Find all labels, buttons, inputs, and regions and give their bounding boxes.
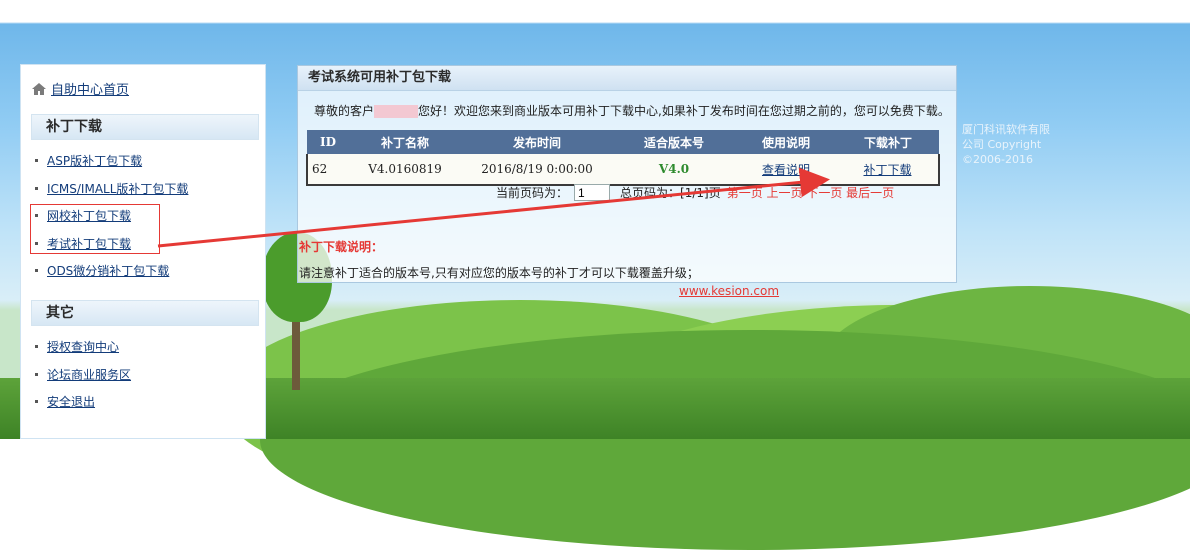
guide-link[interactable]: 查看说明 (762, 163, 810, 177)
cell-name: V4.0160819 (349, 154, 461, 186)
menu-item-forum[interactable]: 论坛商业服务区 (35, 361, 265, 389)
page-number-input[interactable] (574, 184, 611, 201)
col-header-date: 发布时间 (461, 130, 613, 154)
menu-link[interactable]: 安全退出 (47, 393, 95, 410)
copyright-line: ©2006-2016 (962, 153, 1033, 166)
home-row: 自助中心首页 (31, 79, 129, 98)
col-header-guide: 使用说明 (735, 130, 837, 154)
menu-item-ods[interactable]: ODS微分销补丁包下载 (35, 257, 265, 285)
home-icon (32, 82, 46, 95)
cell-version: V4.0 (613, 154, 735, 186)
bullet-icon (35, 159, 38, 163)
cell-guide: 查看说明 (735, 154, 837, 186)
copyright-line: 厦门科讯软件有限 (962, 123, 1050, 136)
download-patch-link[interactable]: 补丁下载 (863, 163, 911, 177)
total-pages: 总页码为：[1/1]页 (620, 186, 721, 200)
bullet-icon (35, 186, 38, 190)
panel-title: 考试系统可用补丁包下载 (298, 66, 956, 91)
patch-table: ID 补丁名称 发布时间 适合版本号 使用说明 下载补丁 62 V4.01608… (306, 130, 940, 186)
site-link[interactable]: www.kesion.com (679, 284, 779, 298)
menu-link[interactable]: 授权查询中心 (47, 338, 119, 355)
col-header-name: 补丁名称 (349, 130, 461, 154)
col-header-download: 下载补丁 (837, 130, 939, 154)
section-header-other: 其它 (31, 300, 259, 326)
table-header-row: ID 补丁名称 发布时间 适合版本号 使用说明 下载补丁 (307, 130, 939, 154)
menu-item-license[interactable]: 授权查询中心 (35, 333, 265, 361)
current-page-label: 当前页码为： (496, 186, 569, 200)
welcome-suffix: 您好！欢迎您来到商业版本可用补丁下载中心,如果补丁发布时间在您过期之前的，您可以… (418, 104, 950, 118)
welcome-message: 尊敬的客户 您好！欢迎您来到商业版本可用补丁下载中心,如果补丁发布时间在您过期之前… (314, 102, 950, 119)
table-row: 62 V4.0160819 2016/8/19 0:00:00 V4.0 查看说… (306, 154, 940, 186)
copyright-text: 厦门科讯软件有限 公司 Copyright ©2006-2016 (962, 122, 1072, 167)
menu-link[interactable]: 论坛商业服务区 (47, 366, 131, 383)
annotation-highlight-box (30, 204, 160, 254)
menu-link[interactable]: ODS微分销补丁包下载 (47, 262, 169, 279)
home-link[interactable]: 自助中心首页 (51, 79, 129, 98)
background-hill (260, 330, 1190, 550)
menu-item-logout[interactable]: 安全退出 (35, 388, 265, 416)
page-nav-links[interactable]: 第一页 上一页 下一页 最后一页 (727, 184, 894, 201)
cell-id: 62 (306, 154, 349, 186)
col-header-id: ID (307, 130, 349, 154)
cell-download: 补丁下载 (837, 154, 940, 186)
copyright-line: 公司 Copyright (962, 138, 1042, 151)
main-panel: 考试系统可用补丁包下载 尊敬的客户 您好！欢迎您来到商业版本可用补丁下载中心,如果… (297, 65, 957, 283)
section-header-patch: 补丁下载 (31, 114, 259, 140)
bullet-icon (35, 269, 38, 273)
masked-username (374, 105, 419, 118)
welcome-prefix: 尊敬的客户 (314, 104, 375, 118)
bullet-icon (35, 372, 38, 376)
bullet-icon (35, 400, 38, 404)
notes-body: 请注意补丁适合的版本号,只有对应您的版本号的补丁才可以下载覆盖升级； (299, 266, 699, 280)
menu-link[interactable]: ICMS/IMALL版补丁包下载 (47, 180, 188, 197)
other-menu: 授权查询中心 论坛商业服务区 安全退出 (35, 333, 265, 416)
menu-item-icms[interactable]: ICMS/IMALL版补丁包下载 (35, 175, 265, 203)
menu-link[interactable]: ASP版补丁包下载 (47, 152, 142, 169)
col-header-version: 适合版本号 (613, 130, 735, 154)
cell-date: 2016/8/19 0:00:00 (461, 154, 613, 186)
bullet-icon (35, 345, 38, 349)
menu-item-asp[interactable]: ASP版补丁包下载 (35, 147, 265, 175)
pagination: 当前页码为： 总页码为：[1/1]页 第一页 上一页 下一页 最后一页 (496, 184, 894, 201)
notes-title: 补丁下载说明： (299, 240, 384, 254)
